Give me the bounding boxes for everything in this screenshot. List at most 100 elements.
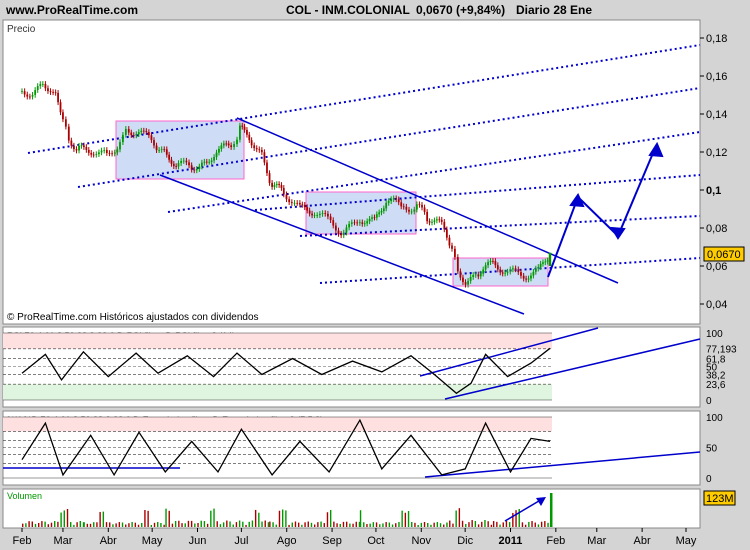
volume-bar	[109, 522, 111, 527]
volume-bar	[264, 520, 266, 527]
candle-body	[378, 212, 381, 215]
candle-body	[512, 268, 514, 270]
candle-body	[90, 152, 93, 155]
volume-bar	[502, 522, 504, 527]
volume-bar	[339, 523, 341, 527]
volume-bar	[222, 522, 225, 527]
x-tick-label: Oct	[367, 535, 384, 547]
x-tick-label: Nov	[411, 535, 431, 547]
candle-body	[193, 169, 196, 171]
price-tick-label: 0,16	[706, 71, 727, 83]
volume-bar	[484, 520, 486, 527]
candle-body	[92, 154, 95, 156]
volume-bar	[28, 521, 30, 527]
volume-bar	[267, 522, 270, 527]
candle-body	[303, 204, 306, 208]
volume-bar	[326, 512, 329, 527]
volume-bar	[468, 522, 470, 527]
volume-bar	[404, 512, 407, 527]
volume-bar	[38, 522, 40, 527]
volume-label: Volumen	[7, 491, 42, 501]
candle-body	[469, 276, 472, 281]
candle-body	[408, 209, 410, 212]
candle-body	[311, 213, 313, 216]
candle-body	[153, 140, 155, 146]
candle-body	[380, 210, 383, 213]
candle-body	[479, 273, 482, 277]
volume-bar	[213, 508, 215, 527]
candle-body	[285, 194, 288, 200]
volume-bar	[44, 521, 46, 527]
candle-body	[482, 269, 485, 274]
volume-bar	[278, 510, 281, 527]
candle-body	[464, 282, 467, 285]
volume-bar	[242, 521, 244, 527]
candle-body	[421, 204, 423, 208]
candle-body	[47, 88, 49, 92]
volume-bar	[187, 520, 190, 527]
candle-body	[415, 204, 418, 210]
volume-bar	[345, 521, 348, 527]
volume-bar	[329, 510, 332, 527]
candle-body	[57, 92, 59, 103]
volume-bar	[366, 524, 368, 527]
volume-bar	[112, 524, 114, 527]
candle-body	[75, 149, 78, 151]
candle-body	[361, 222, 364, 224]
volume-bar	[420, 522, 423, 527]
candle-body	[298, 202, 301, 205]
candle-body	[534, 268, 537, 272]
volume-bar	[304, 522, 306, 527]
volume-bar	[310, 522, 313, 527]
candle-body	[233, 144, 235, 148]
volume-bar	[449, 520, 451, 527]
candle-body	[210, 160, 213, 162]
candle-body	[41, 83, 44, 85]
candle-body	[182, 160, 185, 162]
candle-body	[87, 149, 90, 153]
volume-bar	[528, 521, 530, 527]
volume-bar	[206, 523, 209, 527]
candle-body	[517, 269, 520, 273]
candle-body	[456, 257, 459, 272]
volume-bar	[544, 521, 546, 527]
candle-body	[308, 210, 311, 214]
candle-body	[170, 159, 173, 164]
candle-body	[282, 187, 285, 195]
candle-body	[492, 260, 494, 262]
volume-bar	[521, 522, 524, 527]
candle-body	[334, 225, 337, 231]
volume-bar	[417, 524, 419, 527]
candle-body	[337, 230, 340, 234]
volume-bar	[70, 522, 72, 527]
candle-body	[368, 218, 371, 222]
candle-body	[122, 134, 124, 143]
candle-body	[462, 277, 464, 283]
candle-body	[332, 220, 335, 226]
volume-bar	[496, 521, 498, 527]
candle-body	[402, 206, 405, 208]
volume-bar	[540, 521, 543, 527]
volume-bar	[47, 524, 49, 527]
candle-body	[103, 150, 106, 151]
candle-body	[160, 149, 163, 151]
candle-body	[290, 202, 293, 204]
candle-body	[280, 185, 283, 188]
candle-body	[165, 149, 168, 155]
price-tick-label: 0,06	[706, 261, 727, 273]
volume-bar	[137, 524, 140, 527]
x-tick-label: Mar	[587, 535, 606, 547]
candle-body	[78, 145, 80, 151]
consolidation-box-1[interactable]	[115, 120, 245, 180]
volume-bar	[369, 523, 371, 527]
candle-body	[241, 125, 244, 127]
candle-body	[546, 260, 549, 262]
candle-body	[124, 128, 127, 135]
volume-bar	[157, 522, 159, 527]
volume-bar	[411, 522, 413, 527]
candle-body	[321, 213, 324, 214]
candle-body	[293, 202, 296, 204]
candle-body	[342, 232, 345, 236]
volume-bar	[115, 523, 117, 527]
volume-bar	[197, 522, 199, 527]
